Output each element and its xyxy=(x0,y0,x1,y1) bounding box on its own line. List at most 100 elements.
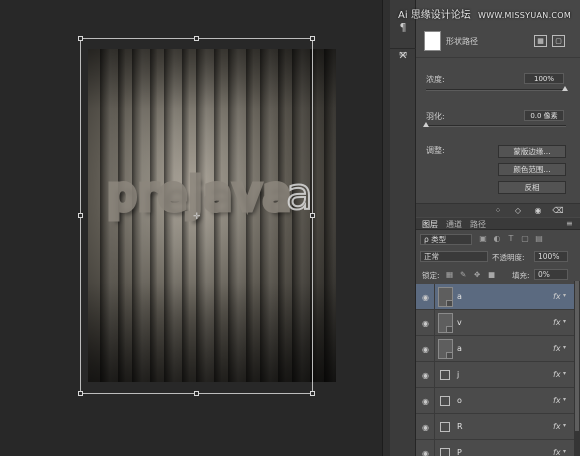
fx-icon[interactable]: fx xyxy=(553,344,561,353)
link-badge xyxy=(446,352,453,359)
eye-icon[interactable]: ◉ xyxy=(422,345,429,354)
layers-scrollbar[interactable] xyxy=(574,281,580,456)
row-divider xyxy=(434,414,435,440)
eye-icon[interactable]: ◉ xyxy=(422,319,429,328)
fx-icon[interactable]: fx xyxy=(553,292,561,301)
mask-edge-button[interactable]: 蒙版边缘... xyxy=(498,145,566,158)
filter-pixel-icon[interactable]: ▣ xyxy=(478,234,488,244)
fx-icon[interactable]: fx xyxy=(553,370,561,379)
expand-effects-icon[interactable]: ▾ xyxy=(563,448,566,455)
properties-footer: ⁘ ◇ ◉ ⌫ xyxy=(416,203,580,217)
side-tool-column: ¶ ▭ ✕ xyxy=(390,0,416,456)
feather-field[interactable]: 0.0 像素 xyxy=(524,110,564,121)
density-slider[interactable] xyxy=(426,86,568,91)
feather-slider-thumb[interactable] xyxy=(423,122,429,127)
filter-type-icon[interactable]: T xyxy=(506,234,516,244)
layer-row[interactable]: ◉ Rfx ▾ xyxy=(416,414,574,440)
shape-path-thumbnail xyxy=(424,31,441,51)
transform-handle-bottom-left[interactable] xyxy=(78,391,83,396)
panel-menu-icon[interactable]: ≡ xyxy=(566,219,573,228)
eye-icon[interactable]: ◉ xyxy=(422,293,429,302)
trash-icon[interactable]: ⌫ xyxy=(552,206,564,216)
opacity-field[interactable]: 100% xyxy=(534,251,568,262)
lock-brush-icon[interactable]: ✎ xyxy=(460,270,466,279)
properties-panel: 形状路径 ▦ ▢ 浓度: 100% 羽化: 0.0 像素 调整: 蒙版边缘...… xyxy=(416,0,580,456)
layer-row[interactable]: ◉ o fx ▾ xyxy=(416,388,574,414)
panel-separator[interactable] xyxy=(382,0,390,456)
expand-effects-icon[interactable]: ▾ xyxy=(563,318,566,325)
expand-effects-icon[interactable]: ▾ xyxy=(563,422,566,429)
canvas-area[interactable]: prejava a ✛ xyxy=(0,0,382,456)
link-badge xyxy=(446,326,453,333)
transform-handle-right[interactable] xyxy=(310,213,315,218)
transform-handle-top[interactable] xyxy=(194,36,199,41)
layers-panel: 图层 通道 路径 ≡ ρ 类型 ▣ ◐ T ▢ ▤ 正常 不透明度: 100% … xyxy=(416,218,580,456)
vector-mask-icon[interactable]: ▢ xyxy=(552,35,565,47)
eye-icon[interactable]: ◉ xyxy=(422,397,429,406)
lock-pixels-icon[interactable]: ▦ xyxy=(446,270,453,279)
fx-icon[interactable]: fx xyxy=(553,422,561,431)
transform-pivot-icon[interactable]: ✛ xyxy=(193,212,201,222)
transform-handle-bottom-right[interactable] xyxy=(310,391,315,396)
row-divider xyxy=(434,388,435,414)
layer-row[interactable]: ◉ Pfx ▾ xyxy=(416,440,574,456)
tools-icon[interactable]: ✕ xyxy=(395,48,411,64)
layer-thumbnail xyxy=(438,313,453,333)
tab-paths[interactable]: 路径 xyxy=(470,219,486,230)
layer-name[interactable]: a xyxy=(457,292,462,301)
watermark-site: 思缘设计论坛 xyxy=(410,10,471,21)
filter-shape-icon[interactable]: ▢ xyxy=(520,234,530,244)
layer-name[interactable]: j xyxy=(457,370,459,379)
watermark-prefix: Ai xyxy=(398,10,408,21)
layer-row[interactable]: ◉ j fx ▾ xyxy=(416,362,574,388)
fx-icon[interactable]: fx xyxy=(553,448,561,456)
expand-effects-icon[interactable]: ▾ xyxy=(563,396,566,403)
invert-button[interactable]: 反相 xyxy=(498,181,566,194)
fx-icon[interactable]: fx xyxy=(553,396,561,405)
properties-header: 形状路径 ▦ ▢ xyxy=(416,25,580,58)
tab-channels[interactable]: 通道 xyxy=(446,219,462,230)
density-slider-thumb[interactable] xyxy=(562,86,568,91)
fill-field[interactable]: 0% xyxy=(534,269,568,280)
fx-icon[interactable]: fx xyxy=(553,318,561,327)
layer-name[interactable]: a xyxy=(457,344,462,353)
pixel-mask-icon[interactable]: ▦ xyxy=(534,35,547,47)
eye-icon[interactable]: ◉ xyxy=(422,449,429,456)
eye-icon[interactable]: ◉ xyxy=(422,423,429,432)
layer-row[interactable]: ◉ v fx ▾ xyxy=(416,310,574,336)
row-divider xyxy=(434,362,435,388)
tab-layers[interactable]: 图层 xyxy=(422,219,438,230)
opacity-label: 不透明度: xyxy=(492,253,525,262)
transform-handle-left[interactable] xyxy=(78,213,83,218)
layer-row[interactable]: ◉ a fx ▾ xyxy=(416,336,574,362)
layer-name[interactable]: P xyxy=(457,448,462,456)
density-field[interactable]: 100% xyxy=(524,73,564,84)
transform-handle-top-right[interactable] xyxy=(310,36,315,41)
paragraph-icon[interactable]: ¶ xyxy=(395,20,411,36)
layer-name[interactable]: v xyxy=(457,318,462,327)
filter-smart-object-icon[interactable]: ▤ xyxy=(534,234,544,244)
row-divider xyxy=(434,310,435,336)
transform-handle-bottom[interactable] xyxy=(194,391,199,396)
color-range-button[interactable]: 颜色范围... xyxy=(498,163,566,176)
layer-row[interactable]: ◉ a fx ▾ xyxy=(416,284,574,310)
eye-icon[interactable]: ◉ xyxy=(422,371,429,380)
lock-all-icon[interactable]: ■ xyxy=(488,270,495,279)
lock-move-icon[interactable]: ✥ xyxy=(474,270,480,279)
filter-kind-select[interactable]: ρ 类型 xyxy=(420,234,472,245)
apply-mask-icon[interactable]: ◇ xyxy=(512,206,524,216)
feather-slider[interactable] xyxy=(423,122,566,127)
blend-mode-select[interactable]: 正常 xyxy=(420,251,488,262)
load-selection-icon[interactable]: ⁘ xyxy=(492,206,504,216)
lock-label: 锁定: xyxy=(422,271,440,280)
visibility-icon[interactable]: ◉ xyxy=(532,206,544,216)
expand-effects-icon[interactable]: ▾ xyxy=(563,370,566,377)
layer-name[interactable]: R xyxy=(457,422,463,431)
transform-handle-top-left[interactable] xyxy=(78,36,83,41)
layers-scrollbar-thumb[interactable] xyxy=(575,281,579,431)
filter-adjustment-icon[interactable]: ◐ xyxy=(492,234,502,244)
fill-label: 填充: xyxy=(512,271,530,280)
expand-effects-icon[interactable]: ▾ xyxy=(563,292,566,299)
expand-effects-icon[interactable]: ▾ xyxy=(563,344,566,351)
layer-name[interactable]: o xyxy=(457,396,462,405)
